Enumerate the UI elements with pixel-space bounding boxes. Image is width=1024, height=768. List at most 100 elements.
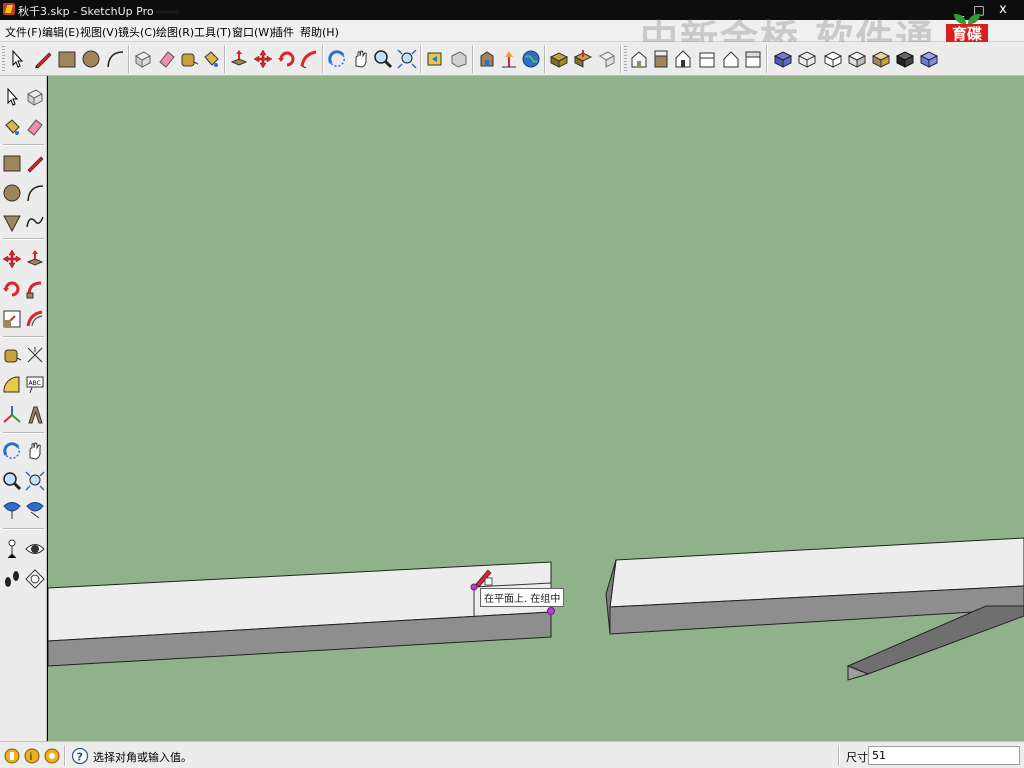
text-icon[interactable]: ABC [24,374,46,396]
credits-icon[interactable]: i [23,747,41,765]
rotate-icon[interactable] [1,278,23,300]
polygon-icon[interactable] [1,212,23,234]
arc-icon[interactable] [104,48,126,70]
menu-window[interactable]: 窗口(W) [232,24,273,40]
iso-view-icon[interactable] [628,48,650,70]
rectangle-icon[interactable] [1,152,23,174]
3d-text-icon[interactable] [24,404,46,426]
shaded-textures-style-icon[interactable] [870,48,892,70]
tape-measure-icon[interactable] [1,344,23,366]
window-title: 秋千3.skp - SketchUp Pro ------ [18,5,180,18]
paint-bucket-icon[interactable] [200,48,222,70]
dimension-icon[interactable] [24,344,46,366]
menu-draw[interactable]: 绘图(R) [156,24,194,40]
previous-view-icon[interactable] [424,48,446,70]
pan-icon[interactable] [350,48,372,70]
status-hint: 选择对角或输入值。 [93,751,192,764]
freehand-icon[interactable] [24,212,46,234]
previous-view-icon[interactable] [24,500,46,522]
section-plane-icon[interactable] [24,568,46,590]
toolbar-grip-views[interactable] [624,46,627,72]
follow-me-icon[interactable] [298,48,320,70]
zoom-icon[interactable] [372,48,394,70]
line-icon[interactable] [24,152,46,174]
make-component-icon[interactable] [24,86,46,108]
toolbar-grip[interactable] [2,46,5,72]
geo-location-icon[interactable] [3,747,21,765]
left-beam[interactable] [48,561,552,667]
menu-camera[interactable]: 镜头(C) [118,24,156,40]
logo-leaf-right [968,14,980,24]
xray-style-icon[interactable] [772,48,794,70]
rotate-icon[interactable] [276,48,298,70]
shaded-style-icon[interactable] [846,48,868,70]
top-view-icon[interactable] [650,48,672,70]
monochrome-style-icon[interactable] [894,48,916,70]
left-view-icon[interactable] [742,48,764,70]
pencil-icon[interactable] [32,48,54,70]
logo-leaf-left [954,14,966,24]
3d-warehouse-icon[interactable] [572,48,594,70]
inference-point-start [470,583,478,591]
menu-help[interactable]: 帮助(H) [300,24,339,40]
zoom-extents-icon[interactable] [396,48,418,70]
orbit-icon[interactable] [326,48,348,70]
components-icon[interactable] [548,48,570,70]
google-earth-icon[interactable] [520,48,542,70]
menu-file[interactable]: 文件(F) [5,24,42,40]
tape-measure-icon[interactable] [178,48,200,70]
model-scene[interactable] [48,76,1024,741]
svg-text:?: ? [77,751,83,764]
scale-icon[interactable] [1,308,23,330]
rectangle-icon[interactable] [56,48,78,70]
select-icon[interactable] [1,86,23,108]
right-view-icon[interactable] [696,48,718,70]
menu-edit[interactable]: 编辑(E) [42,24,80,40]
push-pull-icon[interactable] [24,248,46,270]
menu-tools[interactable]: 工具(T) [194,24,231,40]
back-view-icon[interactable] [720,48,742,70]
axes-icon[interactable] [1,404,23,426]
orbit-icon[interactable] [1,440,23,462]
look-around-icon[interactable] [24,538,46,560]
push-pull-icon[interactable] [228,48,250,70]
follow-me-icon[interactable] [24,278,46,300]
select-icon[interactable] [6,48,28,70]
zoom-extents-icon[interactable] [1,500,23,522]
sketchup-app-icon [3,3,15,15]
make-component-icon[interactable] [132,48,154,70]
drawing-viewport[interactable]: 在平面上. 在组中 [48,76,1024,741]
offset-icon[interactable] [24,308,46,330]
share-model-icon[interactable] [498,48,520,70]
measurements-label: 尺寸 [846,751,868,764]
inference-tooltip: 在平面上. 在组中 [480,588,565,607]
next-view-icon[interactable] [448,48,470,70]
position-camera-icon[interactable] [1,538,23,560]
eraser-icon[interactable] [24,116,46,138]
move-icon[interactable] [252,48,274,70]
get-models-icon[interactable] [476,48,498,70]
arc-icon[interactable] [24,182,46,204]
menu-plugins[interactable]: 插件 [272,24,294,40]
circle-icon[interactable] [1,182,23,204]
walk-icon[interactable] [1,568,23,590]
front-view-icon[interactable] [672,48,694,70]
user-icon[interactable] [43,747,61,765]
help-icon[interactable]: ? [71,747,89,765]
zoom-window-icon[interactable] [24,470,46,492]
paint-bucket-icon[interactable] [1,116,23,138]
menu-view[interactable]: 视图(V) [80,24,118,40]
eraser-icon[interactable] [156,48,178,70]
blue-box-style-icon[interactable] [918,48,940,70]
measurements-input[interactable]: 51 [868,746,1020,765]
circle-icon[interactable] [80,48,102,70]
close-button[interactable]: x [994,2,1012,18]
hidden-line-style-icon[interactable] [822,48,844,70]
svg-text:ABC: ABC [29,380,41,387]
photo-textures-icon[interactable] [596,48,618,70]
zoom-icon[interactable] [1,470,23,492]
move-icon[interactable] [1,248,23,270]
pan-icon[interactable] [24,440,46,462]
protractor-icon[interactable] [1,374,23,396]
wireframe-style-icon[interactable] [796,48,818,70]
